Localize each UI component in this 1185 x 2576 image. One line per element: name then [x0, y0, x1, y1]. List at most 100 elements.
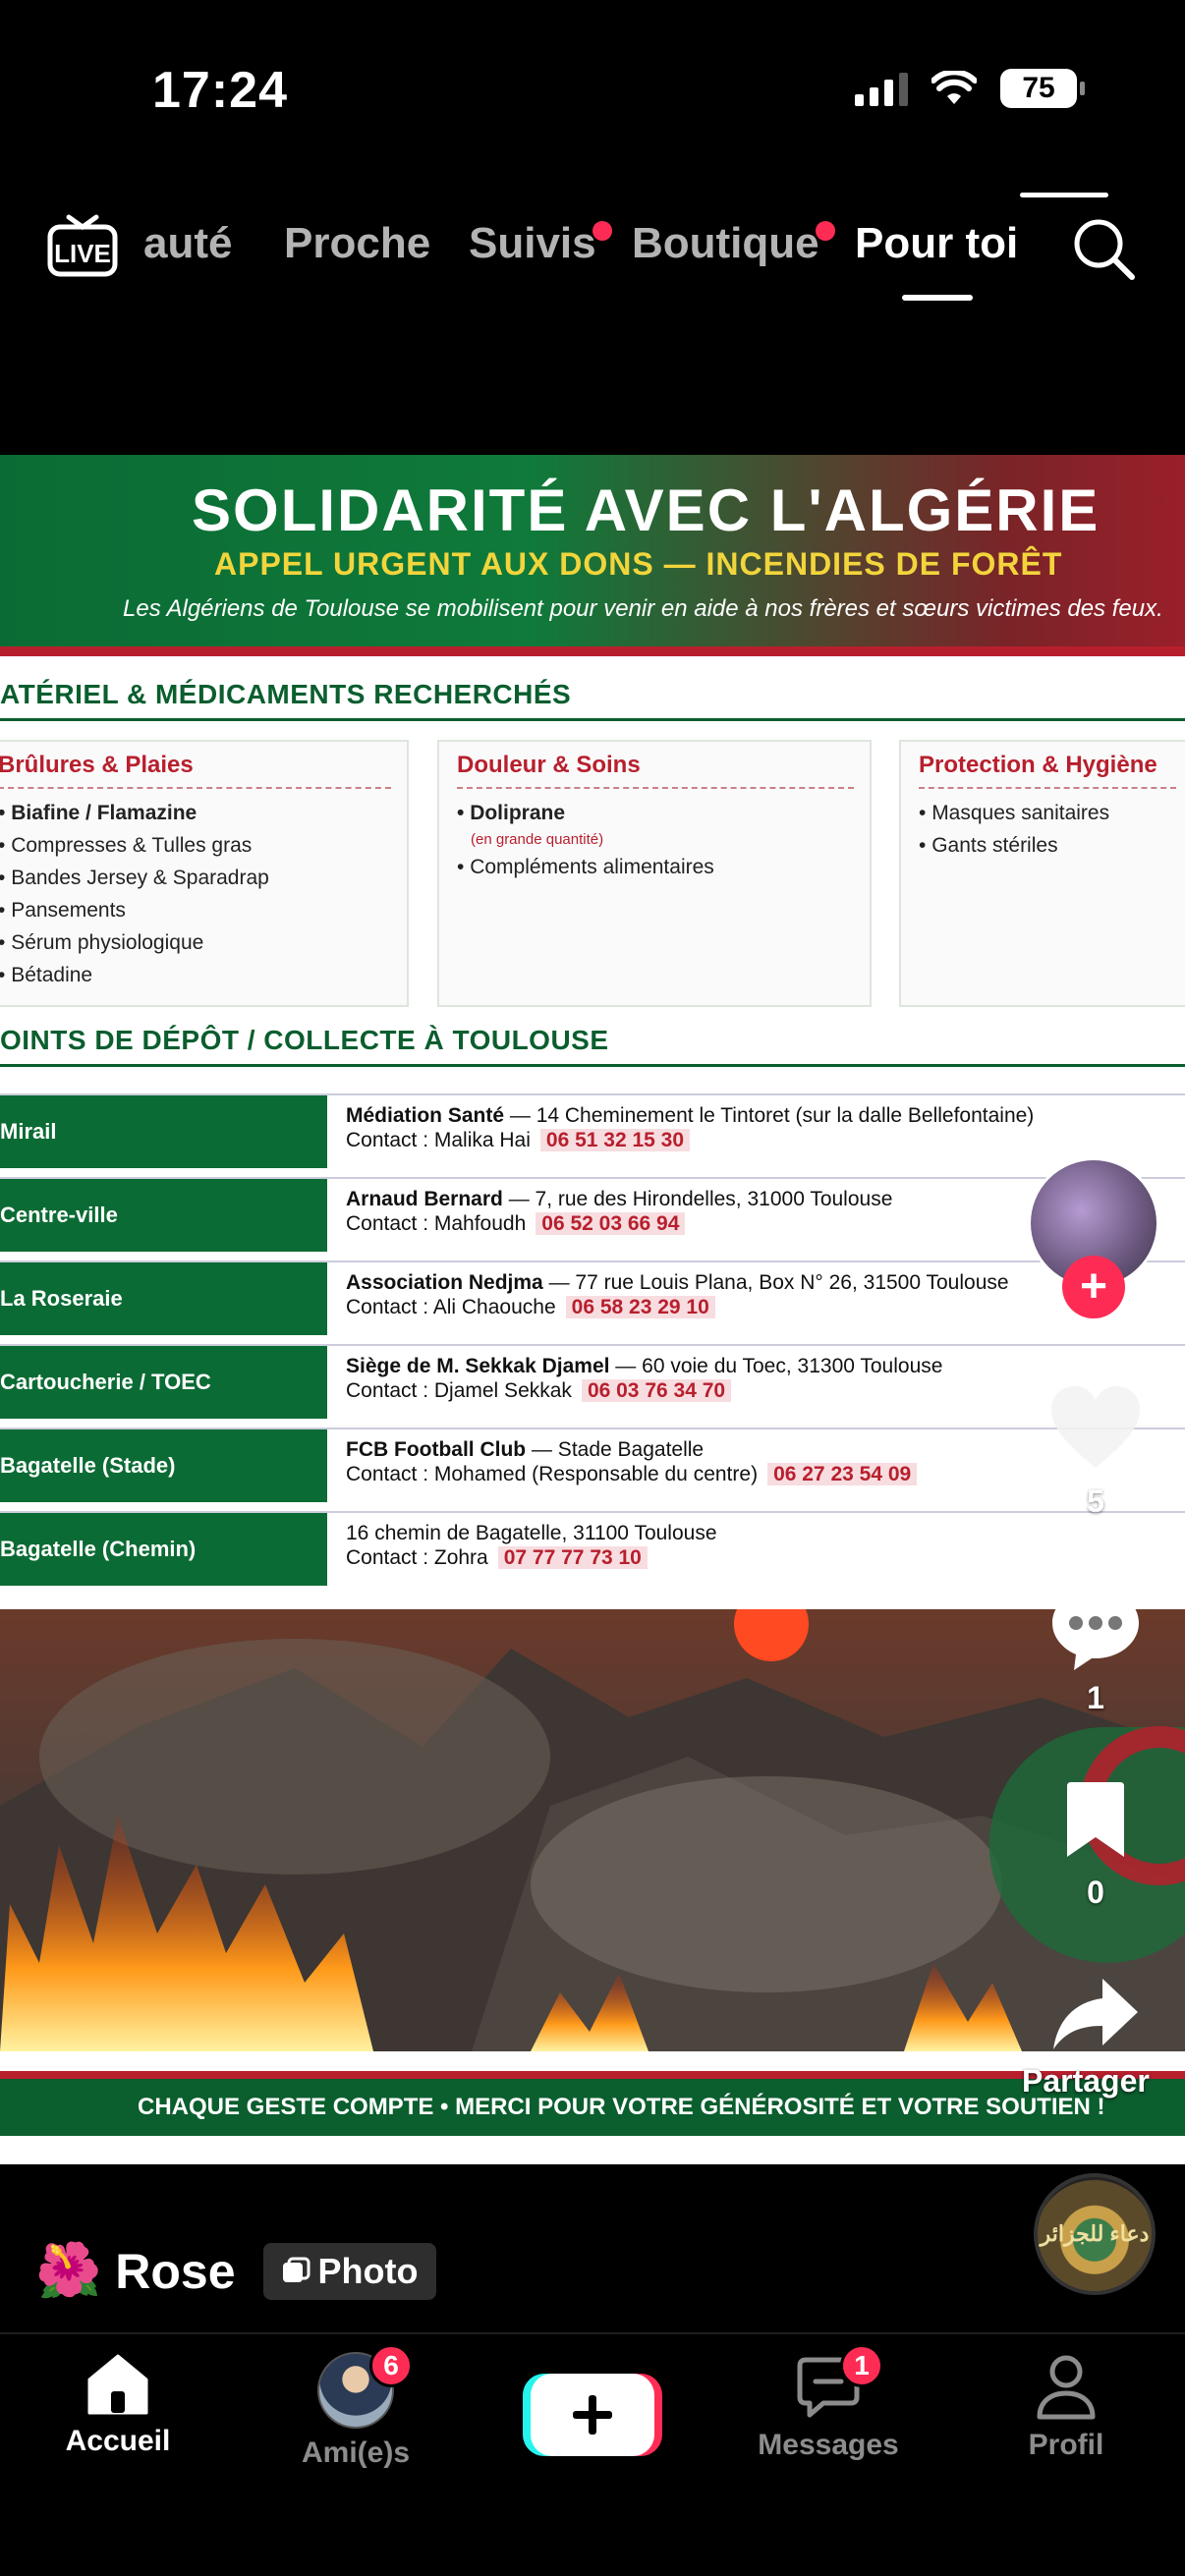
poster-title: SOLIDARITÉ AVEC L'ALGÉRIE: [192, 477, 1100, 543]
share-label: Partager: [1022, 2063, 1150, 2099]
location-name: Bagatelle (Stade): [0, 1429, 327, 1502]
share-arrow-icon: [1053, 1979, 1138, 2049]
tab-label: Pour toi: [855, 219, 1019, 267]
phone-number: 06 51 32 15 30: [539, 1129, 691, 1151]
feed-top-nav: LIVE auté Proche Suivis Boutique Pour to…: [0, 201, 1185, 290]
profile-icon: [1037, 2355, 1096, 2420]
tab-label: auté: [143, 219, 233, 267]
list-item: • Compresses & Tulles gras: [0, 834, 253, 857]
list-item: • Compléments alimentaires: [457, 856, 714, 878]
location-row: Bagatelle (Chemin) 16 chemin de Bagatell…: [0, 1511, 1185, 1586]
list-item: • Sérum physiologique: [0, 931, 204, 954]
tab-boutique[interactable]: Boutique: [632, 219, 835, 268]
list-item: • Doliprane: [457, 802, 566, 824]
location-name: Mirail: [0, 1095, 327, 1168]
section-divider: [0, 718, 1185, 721]
search-icon[interactable]: [1071, 216, 1136, 281]
location-info: Arnaud Bernard — 7, rue des Hirondelles,…: [346, 1188, 893, 1235]
cellular-signal-icon: [855, 71, 908, 106]
post-image[interactable]: SOLIDARITÉ AVEC L'ALGÉRIE APPEL URGENT A…: [0, 455, 1185, 2164]
share-button[interactable]: [1042, 1975, 1150, 2053]
list-item: • Bandes Jersey & Sparadrap: [0, 867, 269, 889]
home-icon: [87, 2354, 148, 2415]
music-disc[interactable]: دعاء للجزائر: [1034, 2173, 1156, 2295]
location-info: FCB Football Club — Stade Bagatelle Conta…: [346, 1437, 918, 1486]
location-row: La Roseraie Association Nedjma — 77 rue …: [0, 1260, 1185, 1335]
list-item: • Pansements: [0, 899, 126, 922]
music-disc-text: دعاء للجزائر: [1040, 2221, 1150, 2246]
photo-icon: [282, 2257, 310, 2282]
nav-label: Messages: [758, 2429, 899, 2461]
create-button[interactable]: [523, 2372, 662, 2458]
post-caption: 🌺 Rose Photo: [35, 2240, 436, 2302]
status-time: 17:24: [152, 62, 288, 119]
live-icon[interactable]: LIVE: [47, 213, 118, 278]
list-item-note: (en grande quantité): [471, 831, 604, 848]
location-name: La Roseraie: [0, 1262, 327, 1335]
poster-subtitle: APPEL URGENT AUX DONS — INCENDIES DE FOR…: [214, 546, 1063, 582]
tab-label: Suivis: [469, 219, 596, 267]
category-burns: Brûlures & Plaies • Biafine / Flamazine …: [0, 740, 409, 1007]
notification-dot: [815, 221, 835, 241]
location-row: Cartoucherie / TOEC Siège de M. Sekkak D…: [0, 1344, 1185, 1419]
phone-number: 07 77 77 73 10: [497, 1546, 648, 1569]
nav-messages[interactable]: 1 Messages: [730, 2344, 927, 2462]
status-icons: 75: [855, 69, 1085, 108]
category-pain: Douleur & Soins • Doliprane (en grande q…: [437, 740, 872, 1007]
nav-label: Accueil: [65, 2425, 171, 2457]
poster-footer: CHAQUE GESTE COMPTE • MERCI POUR VOTRE G…: [0, 2071, 1185, 2136]
notification-dot: [592, 221, 612, 241]
points-section-title: OINTS DE DÉPÔT / COLLECTE À TOULOUSE: [0, 1025, 609, 1055]
messages-badge: 1: [840, 2344, 883, 2387]
tab-pour-toi[interactable]: Pour toi: [855, 219, 1018, 268]
battery-indicator: 75: [1000, 69, 1085, 108]
list-item: • Bétadine: [0, 964, 93, 986]
list-item: • Gants stériles: [919, 834, 1058, 857]
location-row: Centre-ville Arnaud Bernard — 7, rue des…: [0, 1177, 1185, 1252]
tab-suivis[interactable]: Suivis: [469, 219, 612, 268]
nav-home[interactable]: Accueil: [20, 2352, 216, 2458]
comment-button[interactable]: [1042, 1584, 1150, 1672]
bookmark-icon: [1067, 1782, 1124, 1857]
comment-count: 1: [1087, 1680, 1104, 1715]
poster-intro: Les Algériens de Toulouse se mobilisent …: [123, 595, 1163, 622]
category-title: Protection & Hygiène: [919, 752, 1176, 789]
top-divider: [1020, 193, 1108, 197]
save-count: 0: [1087, 1875, 1104, 1910]
hibiscus-icon: 🌺: [35, 2241, 102, 2300]
location-name: Centre-ville: [0, 1179, 327, 1252]
tab-communaute[interactable]: auté: [143, 219, 232, 268]
save-button[interactable]: [1042, 1780, 1150, 1859]
tab-proche[interactable]: Proche: [284, 219, 430, 268]
like-count: 5: [1087, 1484, 1104, 1519]
section-divider: [0, 1064, 1185, 1067]
location-row: Mirail Médiation Santé — 14 Cheminement …: [0, 1093, 1185, 1168]
category-title: Douleur & Soins: [457, 752, 854, 789]
tab-label: Proche: [284, 219, 431, 267]
materials-section-title: ATÉRIEL & MÉDICAMENTS RECHERCHÉS: [0, 679, 572, 709]
author-name[interactable]: Rose: [115, 2243, 235, 2300]
location-name: Cartoucherie / TOEC: [0, 1346, 327, 1419]
heart-icon: [1051, 1386, 1140, 1468]
poster-banner: SOLIDARITÉ AVEC L'ALGÉRIE APPEL URGENT A…: [0, 455, 1185, 656]
phone-number: 06 27 23 54 09: [767, 1463, 918, 1485]
category-protection: Protection & Hygiène • Masques sanitaire…: [899, 740, 1185, 1007]
location-row: Bagatelle (Stade) FCB Football Club — St…: [0, 1428, 1185, 1502]
nav-profile[interactable]: Profil: [968, 2352, 1164, 2462]
tab-label: Boutique: [632, 219, 819, 267]
location-info: Association Nedjma — 77 rue Louis Plana,…: [346, 1271, 1009, 1318]
nav-label: Profil: [1028, 2429, 1104, 2461]
bottom-nav: Accueil 6 Ami(e)s 1 Messages Profil: [0, 2332, 1185, 2576]
like-button[interactable]: [1042, 1383, 1150, 1472]
phone-number: 06 58 23 29 10: [565, 1296, 715, 1318]
follow-button[interactable]: +: [1062, 1256, 1125, 1318]
list-item: • Biafine / Flamazine: [0, 802, 198, 824]
phone-number: 06 52 03 66 94: [536, 1212, 686, 1235]
wifi-icon: [931, 71, 977, 104]
svg-text:LIVE: LIVE: [54, 239, 111, 268]
active-tab-indicator: [902, 295, 973, 301]
comment-icon: [1052, 1588, 1139, 1670]
nav-friends[interactable]: 6 Ami(e)s: [257, 2344, 454, 2470]
forest-fire-illustration: [0, 1609, 1185, 2051]
location-name: Bagatelle (Chemin): [0, 1513, 327, 1586]
